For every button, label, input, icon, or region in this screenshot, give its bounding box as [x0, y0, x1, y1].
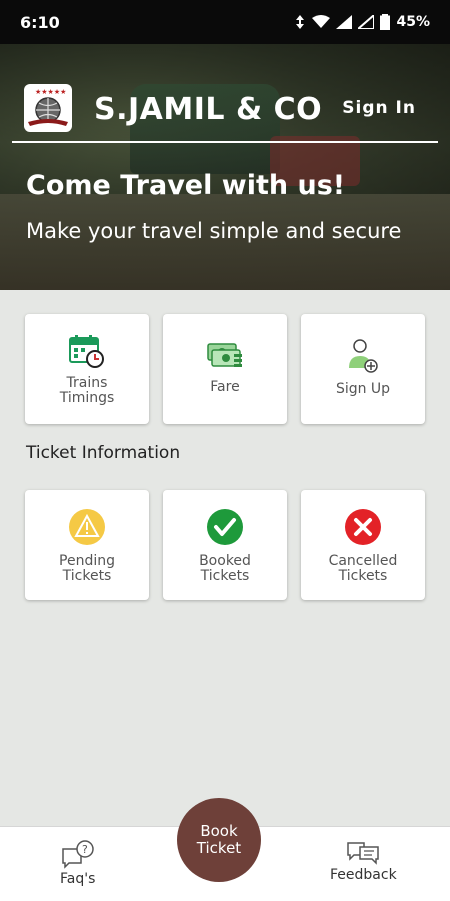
calendar-clock-icon [69, 335, 104, 368]
svg-text:?: ? [82, 843, 88, 856]
brand-name: S.JAMIL & CO [94, 92, 323, 127]
fare-label: Fare [210, 379, 240, 395]
pending-tickets-label: Pending Tickets [59, 553, 115, 584]
train-timings-label: Trains Timings [59, 375, 115, 406]
cancelled-tickets-label: Cancelled Tickets [328, 553, 398, 584]
cross-icon [345, 509, 381, 545]
faqs-label: Faq's [60, 871, 96, 887]
header-divider [12, 141, 438, 143]
signal-icon [336, 15, 353, 29]
signin-button[interactable]: Sign In [342, 98, 416, 118]
feedback-nav-item[interactable]: Feedback [330, 839, 397, 883]
data-saver-icon [296, 15, 305, 29]
ticket-info-title: Ticket Information [26, 443, 181, 463]
company-logo: ★★★★★ [24, 84, 72, 132]
battery-icon [380, 14, 391, 30]
train-timings-tile[interactable]: Trains Timings [25, 314, 149, 424]
hero-subtitle: Make your travel simple and secure [26, 219, 402, 243]
feedback-icon [347, 842, 380, 865]
cancelled-tickets-tile[interactable]: Cancelled Tickets [301, 490, 425, 600]
warning-icon [69, 509, 105, 545]
book-ticket-button[interactable]: Book Ticket [177, 798, 261, 882]
check-icon [207, 509, 243, 545]
sign-up-tile[interactable]: Sign Up [301, 314, 425, 424]
sign-up-label: Sign Up [335, 381, 391, 397]
cash-icon [207, 343, 242, 367]
signal-2-icon [358, 15, 375, 29]
status-bar: 6:10 45% [0, 0, 450, 44]
svg-text:★★★★★: ★★★★★ [35, 88, 66, 96]
battery-percent: 45% [396, 14, 430, 30]
booked-tickets-tile[interactable]: Booked Tickets [163, 490, 287, 600]
globe-logo-icon: ★★★★★ [28, 88, 68, 126]
feedback-label: Feedback [330, 867, 397, 883]
status-time: 6:10 [20, 12, 60, 32]
hero-banner: ★★★★★ S.JAMIL & CO Sign In Come Travel w… [0, 44, 450, 290]
booked-tickets-label: Booked Tickets [199, 553, 251, 584]
wifi-icon [312, 15, 331, 28]
status-icons: 45% [294, 14, 430, 30]
fare-tile[interactable]: Fare [163, 314, 287, 424]
faqs-nav-item[interactable]: ? Faq's [60, 839, 95, 887]
book-ticket-label: Book Ticket [196, 822, 242, 857]
faq-chat-icon: ? [61, 840, 94, 869]
add-user-icon [349, 339, 378, 373]
pending-tickets-tile[interactable]: Pending Tickets [25, 490, 149, 600]
hero-title: Come Travel with us! [26, 170, 346, 201]
